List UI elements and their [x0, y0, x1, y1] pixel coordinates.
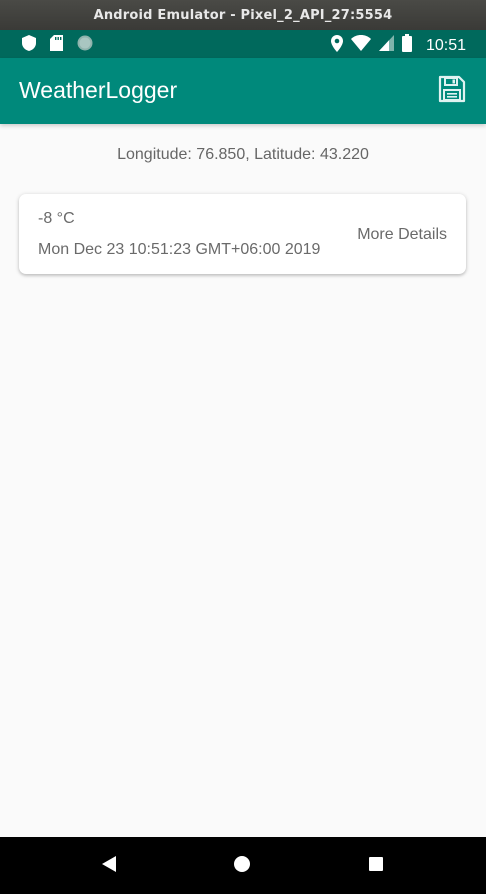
emulator-window: Android Emulator - Pixel_2_API_27:5554 1… — [0, 0, 486, 894]
back-button[interactable] — [96, 853, 122, 879]
home-icon — [233, 855, 251, 878]
more-details-button[interactable]: More Details — [357, 226, 447, 244]
recents-icon — [368, 856, 384, 877]
location-icon — [330, 34, 343, 57]
entry-temperature: -8 °C — [38, 210, 75, 227]
shield-icon — [22, 35, 36, 56]
home-button[interactable] — [229, 853, 255, 879]
recents-button[interactable] — [363, 853, 389, 879]
battery-icon — [401, 34, 412, 57]
save-icon — [438, 75, 466, 108]
entry-timestamp: Mon Dec 23 10:51:23 GMT+06:00 2019 — [38, 241, 321, 258]
back-icon — [100, 855, 118, 878]
app-bar: WeatherLogger — [0, 58, 486, 124]
signal-icon — [378, 35, 394, 56]
save-button[interactable] — [436, 75, 468, 107]
app-title: WeatherLogger — [19, 77, 178, 103]
navigation-bar — [0, 837, 486, 894]
window-title: Android Emulator - Pixel_2_API_27:5554 — [93, 7, 393, 23]
location-coordinates: Longitude: 76.850, Latitude: 43.220 — [117, 146, 369, 163]
sd-card-icon — [50, 35, 63, 56]
weather-entry-card[interactable]: -8 °C Mon Dec 23 10:51:23 GMT+06:00 2019… — [19, 194, 466, 274]
status-bar: 10:51 — [0, 30, 486, 58]
circle-indicator-icon — [77, 35, 93, 56]
status-time: 10:51 — [425, 36, 466, 54]
window-title-bar[interactable]: Android Emulator - Pixel_2_API_27:5554 — [0, 0, 486, 30]
wifi-icon — [350, 35, 371, 56]
